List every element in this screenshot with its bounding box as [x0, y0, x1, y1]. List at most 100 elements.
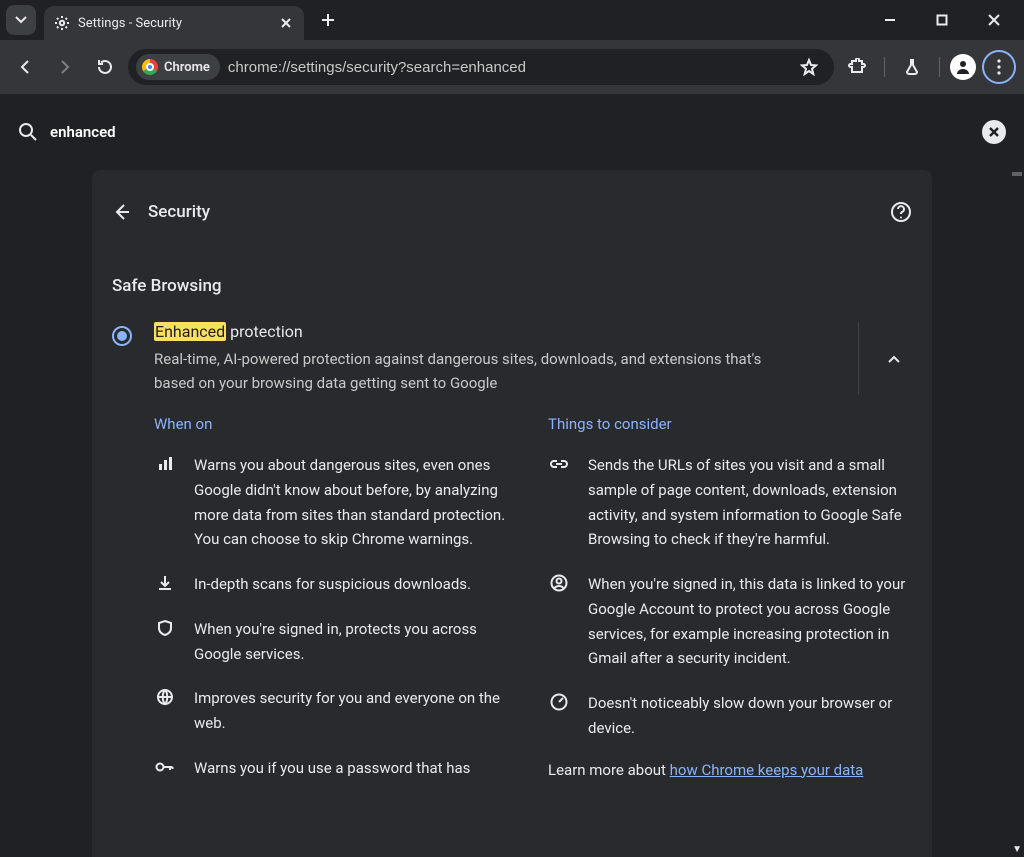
learn-more-prefix: Learn more about [548, 761, 670, 779]
help-button[interactable] [890, 201, 912, 223]
when-on-column: When on Warns you about dangerous sites,… [154, 415, 518, 801]
section-title: Safe Browsing [92, 236, 932, 306]
scroll-up-arrow[interactable] [1012, 172, 1022, 176]
globe-icon [154, 686, 176, 736]
feature-item: In-depth scans for suspicious downloads. [154, 572, 518, 597]
feature-item: Doesn't noticeably slow down your browse… [548, 691, 912, 741]
minimize-icon [884, 14, 896, 26]
column-heading: Things to consider [548, 415, 912, 433]
learn-more: Learn more about how Chrome keeps your d… [548, 761, 912, 779]
search-icon [18, 122, 38, 142]
option-title-rest: protection [226, 322, 303, 341]
star-icon [800, 58, 818, 76]
feature-text: In-depth scans for suspicious downloads. [194, 572, 471, 597]
settings-search-input[interactable]: enhanced [50, 123, 116, 141]
option-enhanced-protection[interactable]: Enhanced protection Real-time, AI-powere… [92, 306, 932, 395]
arrow-right-icon [56, 58, 74, 76]
feature-item: Sends the URLs of sites you visit and a … [548, 453, 912, 552]
key-icon [154, 756, 176, 781]
address-bar[interactable]: Chrome chrome://settings/security?search… [128, 49, 834, 85]
panel-title: Security [148, 202, 210, 222]
learn-more-link[interactable]: how Chrome keeps your data [670, 761, 864, 779]
window-controls [876, 6, 1016, 34]
option-details: When on Warns you about dangerous sites,… [92, 395, 932, 801]
close-icon [987, 13, 1001, 27]
app-menu-button[interactable] [982, 50, 1016, 84]
scroll-down-arrow[interactable]: ▼ [1012, 844, 1022, 855]
site-chip[interactable]: Chrome [136, 54, 220, 80]
radio-dot-icon [117, 331, 127, 341]
feature-item: Warns you if you use a password that has [154, 756, 518, 781]
clear-search-button[interactable] [982, 120, 1006, 144]
maximize-button[interactable] [928, 6, 956, 34]
gear-icon [54, 15, 70, 31]
close-window-button[interactable] [980, 6, 1008, 34]
dots-vertical-icon [997, 59, 1001, 75]
feature-item: Improves security for you and everyone o… [154, 686, 518, 736]
feature-item: Warns you about dangerous sites, even on… [154, 453, 518, 552]
reload-icon [96, 58, 114, 76]
browser-tab[interactable]: Settings - Security [44, 6, 304, 40]
arrow-left-icon [16, 58, 34, 76]
person-icon [955, 59, 971, 75]
scrollbar[interactable]: ▼ [1008, 170, 1024, 857]
settings-search-bar: enhanced [0, 94, 1024, 170]
divider [884, 57, 885, 77]
tab-close-button[interactable] [278, 15, 294, 31]
speedometer-icon [548, 691, 570, 741]
forward-button[interactable] [48, 50, 82, 84]
chrome-logo-icon [142, 59, 158, 75]
plus-icon [321, 13, 335, 27]
consider-column: Things to consider Sends the URLs of sit… [548, 415, 912, 801]
feature-text: When you're signed in, protects you acro… [194, 617, 518, 667]
labs-button[interactable] [895, 50, 929, 84]
download-icon [154, 572, 176, 597]
arrow-left-icon [112, 202, 132, 222]
feature-item: When you're signed in, this data is link… [548, 572, 912, 671]
minimize-button[interactable] [876, 6, 904, 34]
toolbar-actions [840, 50, 1016, 84]
close-icon [988, 126, 1000, 138]
link-icon [548, 453, 570, 552]
browser-toolbar: Chrome chrome://settings/security?search… [0, 40, 1024, 94]
feature-text: Improves security for you and everyone o… [194, 686, 518, 736]
maximize-icon [936, 14, 948, 26]
tab-title: Settings - Security [78, 16, 270, 31]
profile-button[interactable] [950, 54, 976, 80]
new-tab-button[interactable] [314, 6, 342, 34]
bars-icon [154, 453, 176, 552]
search-highlight: Enhanced [154, 322, 226, 341]
tab-search-button[interactable] [6, 5, 36, 35]
chevron-up-icon [886, 351, 902, 367]
panel-header: Security [92, 188, 932, 236]
help-icon [890, 201, 912, 223]
feature-text: Sends the URLs of sites you visit and a … [588, 453, 912, 552]
radio-selected[interactable] [112, 326, 132, 346]
account-icon [548, 572, 570, 671]
flask-icon [903, 58, 921, 76]
reload-button[interactable] [88, 50, 122, 84]
option-title: Enhanced protection [154, 322, 842, 341]
chevron-down-icon [14, 13, 28, 27]
option-description: Real-time, AI-powered protection against… [154, 347, 794, 395]
close-icon [280, 17, 292, 29]
url-text: chrome://settings/security?search=enhanc… [228, 59, 526, 76]
titlebar: Settings - Security [0, 0, 1024, 40]
security-panel: Security Safe Browsing Enhanced protecti… [92, 170, 932, 857]
site-chip-label: Chrome [164, 60, 210, 75]
bookmark-button[interactable] [792, 50, 826, 84]
collapse-button[interactable] [858, 322, 928, 395]
extensions-button[interactable] [840, 50, 874, 84]
feature-text: When you're signed in, this data is link… [588, 572, 912, 671]
feature-item: When you're signed in, protects you acro… [154, 617, 518, 667]
feature-text: Warns you if you use a password that has [194, 756, 470, 781]
divider [939, 57, 940, 77]
feature-text: Warns you about dangerous sites, even on… [194, 453, 518, 552]
settings-content: Security Safe Browsing Enhanced protecti… [0, 170, 1024, 857]
back-button[interactable] [8, 50, 42, 84]
shield-icon [154, 617, 176, 667]
option-body: Enhanced protection Real-time, AI-powere… [154, 322, 842, 395]
panel-back-button[interactable] [112, 202, 132, 222]
column-heading: When on [154, 415, 518, 433]
feature-text: Doesn't noticeably slow down your browse… [588, 691, 912, 741]
